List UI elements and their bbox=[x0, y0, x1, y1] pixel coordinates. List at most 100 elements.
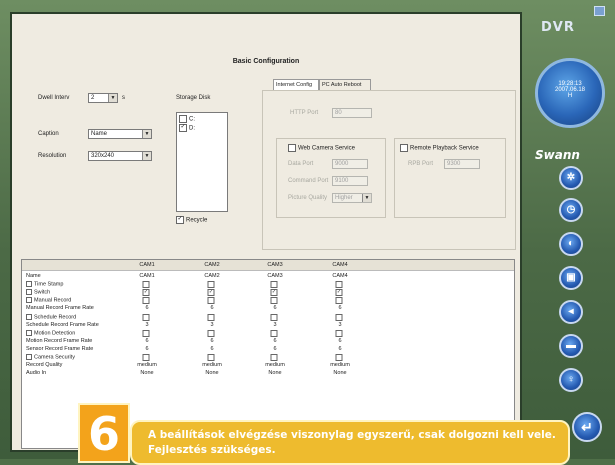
checkbox-icon bbox=[26, 354, 32, 360]
table-checkbox[interactable] bbox=[270, 329, 280, 337]
table-cell[interactable]: 6 bbox=[273, 346, 276, 352]
table-checkbox[interactable] bbox=[335, 281, 345, 289]
storage-button[interactable]: ▬ bbox=[559, 334, 583, 358]
table-checkbox[interactable]: ✓ bbox=[207, 289, 217, 297]
table-cell[interactable]: 6 bbox=[210, 305, 213, 311]
column-header: CAM2 bbox=[204, 262, 220, 268]
table-cell[interactable]: medium bbox=[202, 362, 222, 368]
table-checkbox[interactable] bbox=[335, 297, 345, 305]
monitor-icon: ▣ bbox=[566, 272, 576, 283]
disk-c-item[interactable]: C: bbox=[179, 115, 225, 124]
vendor-logo: Swann bbox=[535, 148, 580, 162]
table-checkbox[interactable]: ✓ bbox=[270, 289, 280, 297]
display-button[interactable]: ▣ bbox=[559, 266, 583, 290]
dwell-select[interactable]: 2 ▼ bbox=[88, 93, 118, 103]
recycle-checkbox[interactable]: ✓ Recycle bbox=[176, 216, 207, 224]
table-checkbox[interactable]: ✓ bbox=[142, 289, 152, 297]
table-checkbox[interactable] bbox=[142, 297, 152, 305]
disk-d-checkbox[interactable]: ✓ bbox=[179, 123, 187, 132]
table-cell[interactable]: medium bbox=[137, 362, 157, 368]
web-camera-checkbox[interactable]: Web Camera Service bbox=[288, 144, 355, 152]
table-cell[interactable]: CAM1 bbox=[139, 273, 154, 279]
table-cell[interactable]: 6 bbox=[210, 338, 213, 344]
table-cell[interactable]: None bbox=[140, 370, 153, 376]
table-cell[interactable]: CAM4 bbox=[332, 273, 347, 279]
table-checkbox[interactable] bbox=[335, 329, 345, 337]
table-checkbox[interactable] bbox=[207, 297, 217, 305]
table-cell[interactable]: CAM2 bbox=[204, 273, 219, 279]
table-cell[interactable]: 6 bbox=[338, 305, 341, 311]
table-cell[interactable]: 6 bbox=[273, 305, 276, 311]
table-checkbox[interactable] bbox=[270, 313, 280, 321]
table-cell[interactable]: None bbox=[268, 370, 281, 376]
table-checkbox[interactable] bbox=[270, 354, 280, 361]
table-cell[interactable]: 6 bbox=[145, 346, 148, 352]
rpb-port-input[interactable]: 9300 bbox=[444, 159, 480, 169]
clock-display: 19:28:13 2007.06.18 H bbox=[535, 58, 605, 128]
table-checkbox[interactable] bbox=[207, 313, 217, 321]
table-checkbox[interactable] bbox=[207, 281, 217, 289]
return-icon: ↵ bbox=[581, 419, 593, 435]
table-cell[interactable]: 6 bbox=[338, 338, 341, 344]
table-cell[interactable]: medium bbox=[265, 362, 285, 368]
row-label: Name bbox=[26, 273, 41, 279]
table-cell[interactable]: 6 bbox=[338, 346, 341, 352]
command-port-input[interactable]: 9100 bbox=[332, 176, 368, 186]
back-button[interactable]: ↵ bbox=[572, 412, 602, 442]
checkbox-icon bbox=[26, 329, 32, 336]
schedule-button[interactable]: ◷ bbox=[559, 198, 583, 222]
table-checkbox[interactable] bbox=[142, 354, 152, 361]
check-icon bbox=[335, 313, 343, 321]
check-icon: ✓ bbox=[335, 289, 343, 297]
table-cell[interactable]: 6 bbox=[210, 346, 213, 352]
check-icon: ✓ bbox=[207, 289, 215, 297]
resolution-select[interactable]: 320x240 ▼ bbox=[88, 151, 152, 161]
check-icon bbox=[142, 297, 150, 305]
checkbox-icon bbox=[26, 297, 32, 304]
http-port-input[interactable]: 80 bbox=[332, 108, 372, 118]
table-checkbox[interactable] bbox=[142, 281, 152, 289]
table-checkbox[interactable] bbox=[270, 281, 280, 289]
check-icon bbox=[142, 329, 150, 337]
table-checkbox[interactable] bbox=[335, 313, 345, 321]
row-label: Sensor Record Frame Rate bbox=[26, 345, 94, 352]
contrast-button[interactable]: ◐ bbox=[559, 232, 583, 256]
table-cell[interactable]: 6 bbox=[145, 338, 148, 344]
check-icon bbox=[335, 297, 343, 305]
table-checkbox[interactable] bbox=[142, 313, 152, 321]
data-port-input[interactable]: 9000 bbox=[332, 159, 368, 169]
table-cell[interactable]: medium bbox=[330, 362, 350, 368]
table-cell[interactable]: 3 bbox=[145, 322, 148, 328]
picture-quality-select[interactable]: Higher ▼ bbox=[332, 193, 372, 203]
table-cell[interactable]: None bbox=[333, 370, 346, 376]
table-checkbox[interactable] bbox=[207, 329, 217, 337]
table-checkbox[interactable]: ✓ bbox=[335, 289, 345, 297]
security-button[interactable]: ♀ bbox=[559, 368, 583, 392]
settings-button[interactable]: ✲ bbox=[559, 166, 583, 190]
check-icon bbox=[270, 329, 278, 337]
disk-d-item[interactable]: ✓ D: bbox=[179, 123, 225, 133]
table-cell[interactable]: 3 bbox=[273, 322, 276, 328]
audio-button[interactable]: ◂ bbox=[559, 300, 583, 324]
table-checkbox[interactable] bbox=[142, 329, 152, 337]
table-checkbox[interactable] bbox=[335, 354, 345, 361]
disk-c-checkbox[interactable] bbox=[179, 115, 187, 123]
table-cell[interactable]: 3 bbox=[338, 322, 341, 328]
minimize-icon[interactable] bbox=[594, 6, 605, 16]
chevron-down-icon: ▼ bbox=[142, 130, 151, 138]
table-cell[interactable]: 6 bbox=[273, 338, 276, 344]
table-cell[interactable]: CAM3 bbox=[267, 273, 282, 279]
remote-playback-label: Remote Playback Service bbox=[410, 145, 479, 152]
table-cell[interactable]: None bbox=[205, 370, 218, 376]
http-port-label: HTTP Port bbox=[290, 110, 319, 116]
caption-select[interactable]: Name ▼ bbox=[88, 129, 152, 139]
table-cell[interactable]: 6 bbox=[145, 305, 148, 311]
table-checkbox[interactable] bbox=[270, 297, 280, 305]
checkbox-icon bbox=[288, 144, 296, 152]
remote-playback-checkbox[interactable]: Remote Playback Service bbox=[400, 144, 479, 152]
check-icon bbox=[270, 297, 278, 305]
table-cell[interactable]: 3 bbox=[210, 322, 213, 328]
table-checkbox[interactable] bbox=[207, 354, 217, 361]
row-label: Motion Record Frame Rate bbox=[26, 337, 93, 344]
picture-quality-label: Picture Quality bbox=[288, 195, 328, 201]
